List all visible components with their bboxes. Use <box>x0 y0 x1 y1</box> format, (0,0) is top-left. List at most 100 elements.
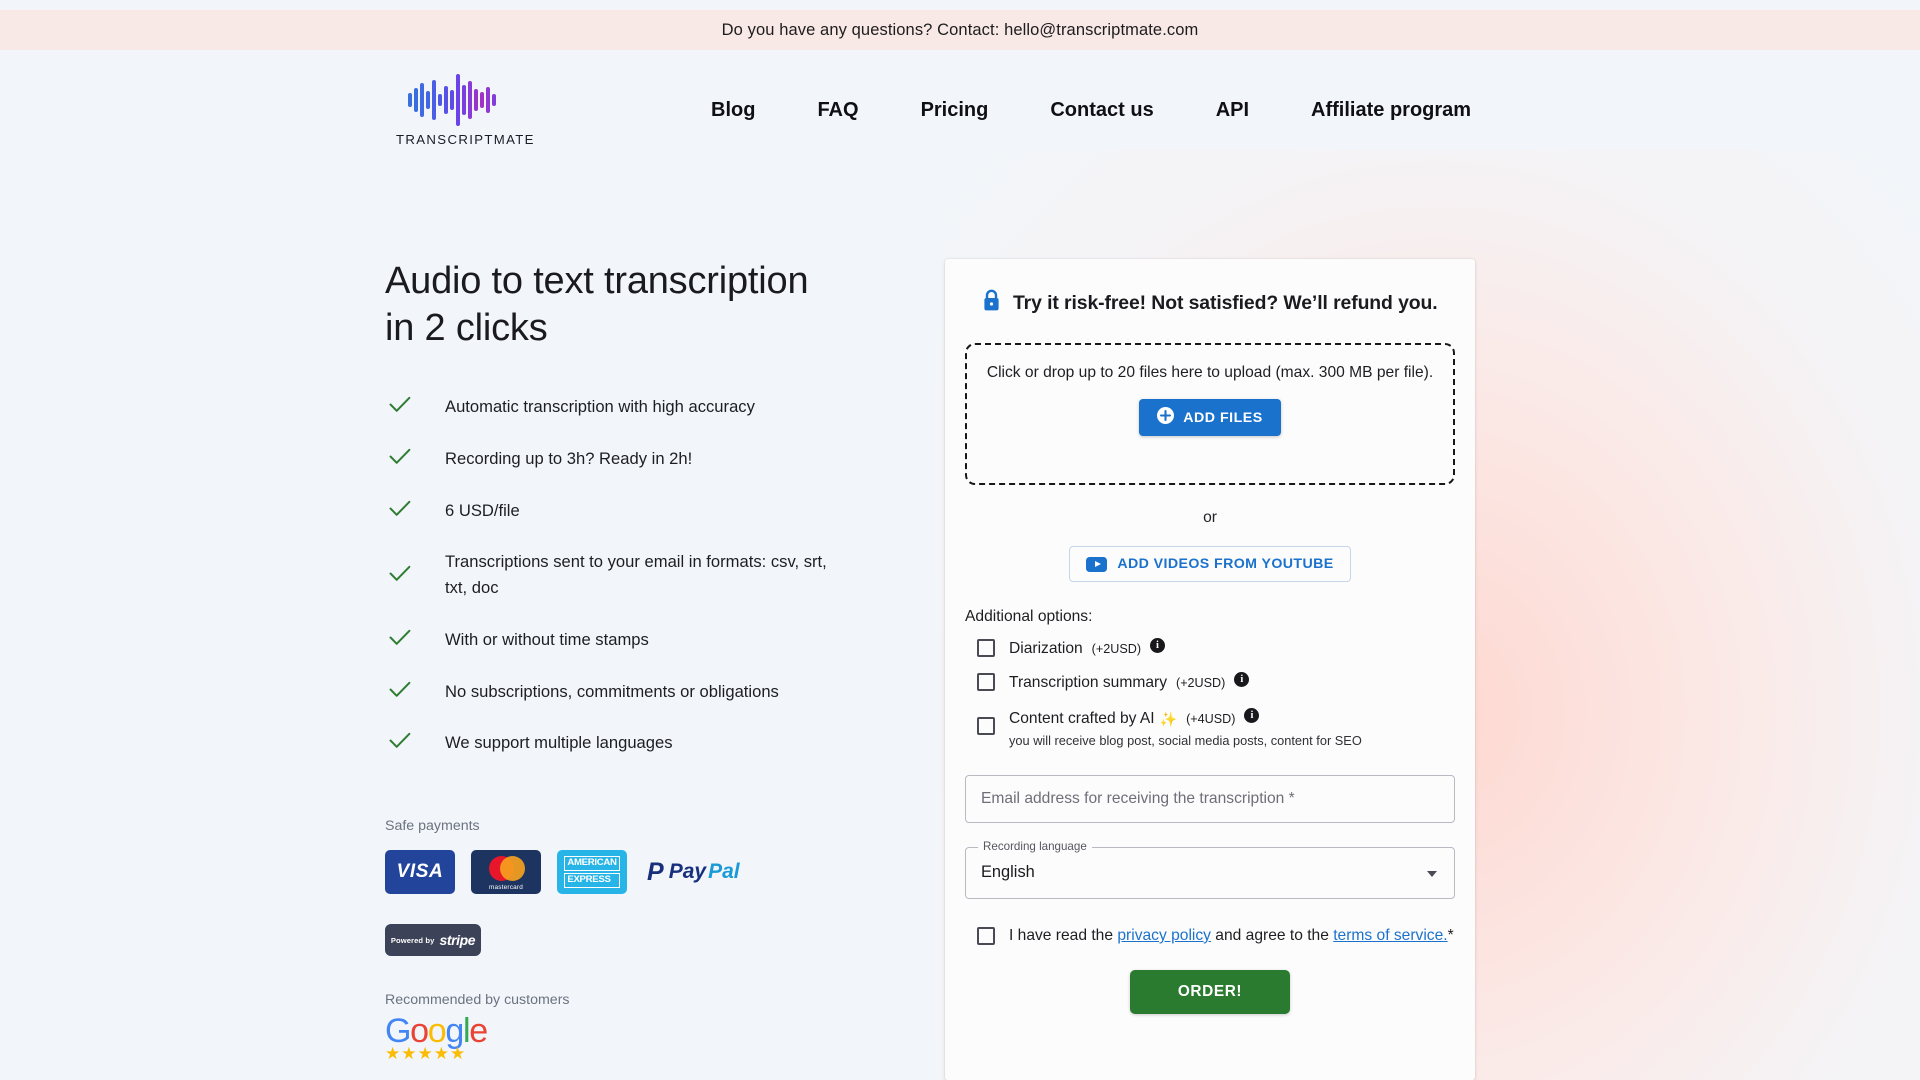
option-price: (+2USD) <box>1176 676 1226 690</box>
paypal-icon: P Pay Pal <box>643 850 740 894</box>
option-transcription-summary[interactable]: Transcription summary (+2USD) i <box>965 672 1455 694</box>
option-content-crafted-by-ai[interactable]: Content crafted by AI ✨ (+4USD) i you wi… <box>965 708 1455 748</box>
page-root: Do you have any questions? Contact: hell… <box>0 0 1920 1080</box>
check-icon <box>385 446 415 465</box>
hero-column: Audio to text transcription in 2 clicks … <box>385 258 865 782</box>
checkbox-content-crafted-by-ai[interactable] <box>977 717 995 735</box>
announcement-bar: Do you have any questions? Contact: hell… <box>0 10 1920 50</box>
check-icon <box>385 498 415 517</box>
feature-label: We support multiple languages <box>445 733 673 753</box>
option-row: Diarization (+2USD) i <box>1009 638 1166 660</box>
info-icon[interactable]: i <box>1234 672 1250 687</box>
add-files-button[interactable]: ADD FILES <box>1139 399 1281 436</box>
email-field[interactable] <box>965 775 1455 823</box>
mastercard-label: mastercard <box>489 884 523 891</box>
american-express-icon: AMERICAN EXPRESS <box>557 850 627 894</box>
guarantee-text: Try it risk-free! Not satisfied? We’ll r… <box>1013 291 1438 314</box>
info-icon[interactable]: i <box>1244 708 1260 723</box>
paypal-label-pay: Pay <box>668 860 707 883</box>
list-item: 6 USD/file <box>385 498 865 524</box>
terms-middle: and agree to the <box>1210 927 1334 944</box>
order-button[interactable]: ORDER! <box>1130 970 1290 1014</box>
option-body: Content crafted by AI ✨ (+4USD) i you wi… <box>1009 708 1362 748</box>
or-separator: or <box>1203 509 1217 526</box>
amex-label-line-2: EXPRESS <box>564 873 620 888</box>
site-header: TRANSCRIPTMATE Blog FAQ Pricing Contact … <box>0 50 1920 170</box>
youtube-button-wrap: ADD VIDEOS FROM YOUTUBE <box>965 546 1455 582</box>
headline-line-2: in 2 clicks <box>385 307 548 350</box>
terms-prefix: I have read the <box>1009 927 1118 944</box>
paypal-mark: P <box>647 857 664 886</box>
feature-label: Transcriptions sent to your email in for… <box>445 552 827 598</box>
guarantee-banner: Try it risk-free! Not satisfied? We’ll r… <box>982 289 1455 317</box>
chevron-down-icon[interactable] <box>1427 871 1437 877</box>
option-price: (+4USD) <box>1186 712 1236 726</box>
headline-line-1: Audio to text transcription <box>385 260 809 302</box>
recording-language-legend: Recording language <box>978 840 1092 853</box>
announcement-text: Do you have any questions? Contact: hell… <box>721 20 1199 39</box>
page-title: Audio to text transcription in 2 clicks <box>385 258 865 352</box>
list-item: We support multiple languages <box>385 730 865 756</box>
checkbox-diarization[interactable] <box>977 639 995 657</box>
option-body: Diarization (+2USD) i <box>1009 638 1166 660</box>
option-diarization[interactable]: Diarization (+2USD) i <box>965 638 1455 660</box>
nav-item-pricing[interactable]: Pricing <box>890 99 1020 122</box>
option-sublabel: you will receive blog post, social media… <box>1009 733 1362 748</box>
list-item: Transcriptions sent to your email in for… <box>385 549 865 600</box>
recommended-by-customers: Recommended by customers Google ★★★★★ <box>385 992 570 1064</box>
google-letter-e: e <box>469 1012 488 1050</box>
check-icon <box>385 394 415 413</box>
feature-label: 6 USD/file <box>445 500 520 520</box>
feature-label: No subscriptions, commitments or obligat… <box>445 681 779 701</box>
nav-item-api[interactable]: API <box>1185 99 1280 122</box>
submit-wrap: ORDER! <box>965 970 1455 1014</box>
stripe-prefix: Powered by <box>390 935 435 945</box>
terms-agreement[interactable]: I have read the privacy policy and agree… <box>965 927 1455 945</box>
sparkle-icon: ✨ <box>1159 710 1178 727</box>
check-icon <box>385 549 415 582</box>
check-icon <box>385 679 415 698</box>
recording-language-select[interactable]: Recording language English <box>965 840 1455 899</box>
feature-list: Automatic transcription with high accura… <box>385 394 865 756</box>
safe-payments-section: Safe payments VISA mastercard AMERICAN E… <box>385 818 845 956</box>
mastercard-icon: mastercard <box>471 850 541 894</box>
checkbox-transcription-summary[interactable] <box>977 673 995 691</box>
terms-of-service-link[interactable]: terms of service. <box>1333 927 1447 944</box>
feature-label: With or without time stamps <box>445 629 649 649</box>
list-item: No subscriptions, commitments or obligat… <box>385 679 865 705</box>
nav-item-contact-us[interactable]: Contact us <box>1019 99 1184 122</box>
additional-options-label: Additional options: <box>965 608 1093 625</box>
visa-label: VISA <box>396 861 444 882</box>
file-dropzone[interactable]: Click or drop up to 20 files here to upl… <box>965 343 1455 485</box>
nav-item-affiliate-program[interactable]: Affiliate program <box>1280 99 1502 122</box>
option-label: Transcription summary <box>1009 674 1167 691</box>
option-row: Content crafted by AI ✨ (+4USD) i <box>1009 708 1362 730</box>
stripe-badge: Powered by stripe <box>385 924 481 956</box>
feature-label: Automatic transcription with high accura… <box>445 397 755 417</box>
dropzone-hint: Click or drop up to 20 files here to upl… <box>986 364 1434 381</box>
nav-item-faq[interactable]: FAQ <box>786 99 889 122</box>
feature-label: Recording up to 3h? Ready in 2h! <box>445 448 693 468</box>
checkbox-terms[interactable] <box>977 927 995 945</box>
check-icon <box>385 627 415 646</box>
visa-icon: VISA <box>385 850 455 894</box>
logo[interactable]: TRANSCRIPTMATE <box>396 72 533 147</box>
safe-payments-caption: Safe payments <box>385 818 480 834</box>
payment-logos: VISA mastercard AMERICAN EXPRESS P Pay Pa… <box>385 850 845 894</box>
privacy-policy-link[interactable]: privacy policy <box>1117 927 1211 944</box>
nav-item-blog[interactable]: Blog <box>680 99 786 122</box>
terms-suffix: * <box>1447 927 1454 944</box>
check-icon <box>385 730 415 749</box>
option-label: Diarization <box>1009 640 1083 657</box>
list-item: With or without time stamps <box>385 627 865 653</box>
option-price: (+2USD) <box>1091 642 1142 656</box>
list-item: Automatic transcription with high accura… <box>385 394 865 420</box>
info-icon[interactable]: i <box>1150 638 1166 653</box>
youtube-play-icon <box>1086 556 1108 572</box>
reviews-caption: Recommended by customers <box>385 992 570 1008</box>
recording-language-value: English <box>981 863 1035 881</box>
mastercard-discs <box>481 856 531 881</box>
add-videos-from-youtube-button[interactable]: ADD VIDEOS FROM YOUTUBE <box>1069 546 1351 582</box>
main-nav: Blog FAQ Pricing Contact us API Affiliat… <box>680 50 1502 170</box>
option-label: Content crafted by AI <box>1009 710 1155 727</box>
